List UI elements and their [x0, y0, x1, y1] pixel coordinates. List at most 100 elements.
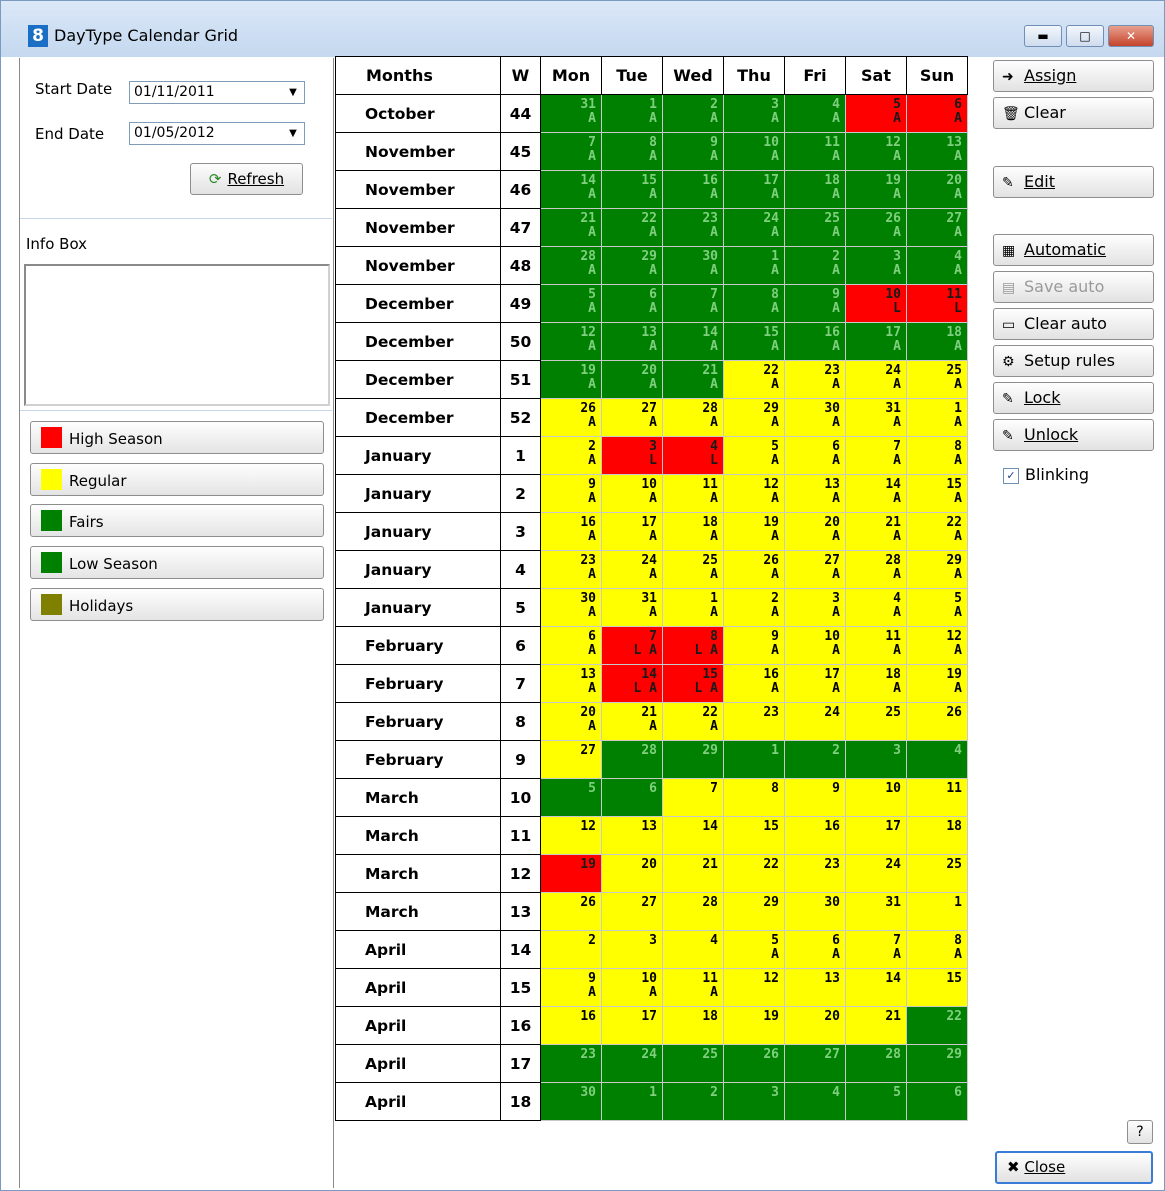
- day-cell[interactable]: 9A: [784, 284, 846, 323]
- day-cell[interactable]: 8A: [601, 132, 663, 171]
- day-cell[interactable]: 30: [784, 892, 846, 931]
- day-cell[interactable]: 13: [784, 968, 846, 1007]
- chevron-down-icon[interactable]: ▼: [285, 84, 301, 101]
- unlock-button[interactable]: ✎ Unlock: [993, 419, 1154, 451]
- legend-fairs[interactable]: Fairs: [30, 504, 324, 537]
- day-cell[interactable]: 5A: [540, 284, 602, 323]
- day-cell[interactable]: 31: [845, 892, 907, 931]
- day-cell[interactable]: 3A: [784, 588, 846, 627]
- day-cell[interactable]: 19: [723, 1006, 785, 1045]
- day-cell[interactable]: 3A: [845, 246, 907, 285]
- day-cell[interactable]: 17 A: [845, 322, 907, 361]
- day-cell[interactable]: 16 A: [723, 664, 785, 703]
- day-cell[interactable]: 12: [723, 968, 785, 1007]
- day-cell[interactable]: 13: [601, 816, 663, 855]
- day-cell[interactable]: 14 A: [540, 170, 602, 209]
- day-cell[interactable]: 15: [906, 968, 968, 1007]
- day-cell[interactable]: 5A: [723, 436, 785, 475]
- day-cell[interactable]: 22: [723, 854, 785, 893]
- lock-button[interactable]: ✎ Lock: [993, 382, 1154, 414]
- day-cell[interactable]: 15 A: [723, 322, 785, 361]
- day-cell[interactable]: 2: [540, 930, 602, 969]
- day-cell[interactable]: 18 A: [906, 322, 968, 361]
- day-cell[interactable]: 20: [601, 854, 663, 893]
- day-cell[interactable]: 15 A: [906, 474, 968, 513]
- day-cell[interactable]: 10 A: [601, 968, 663, 1007]
- assign-button[interactable]: ➜ Assign: [993, 60, 1154, 92]
- day-cell[interactable]: 4: [906, 740, 968, 779]
- day-cell[interactable]: 4: [662, 930, 724, 969]
- day-cell[interactable]: 6A: [601, 284, 663, 323]
- day-cell[interactable]: 26 A: [723, 550, 785, 589]
- day-cell[interactable]: 23: [540, 1044, 602, 1083]
- day-cell[interactable]: 18: [662, 1006, 724, 1045]
- day-cell[interactable]: 18: [906, 816, 968, 855]
- day-cell[interactable]: 14: [845, 968, 907, 1007]
- day-cell[interactable]: 27: [601, 892, 663, 931]
- day-cell[interactable]: 24: [601, 1044, 663, 1083]
- day-cell[interactable]: 31 A: [540, 94, 602, 133]
- day-cell[interactable]: 25 A: [906, 360, 968, 399]
- day-cell[interactable]: 15 A: [601, 170, 663, 209]
- chevron-down-icon[interactable]: ▼: [285, 125, 301, 142]
- day-cell[interactable]: 9A: [723, 626, 785, 665]
- checkmark-icon[interactable]: ✓: [1003, 467, 1019, 484]
- day-cell[interactable]: 24 A: [723, 208, 785, 247]
- clear-auto-button[interactable]: ▭ Clear auto: [993, 308, 1154, 340]
- save-auto-button[interactable]: ▤ Save auto: [993, 271, 1154, 303]
- day-cell[interactable]: 16 A: [540, 512, 602, 551]
- day-cell[interactable]: 19 A: [906, 664, 968, 703]
- day-cell[interactable]: 29: [723, 892, 785, 931]
- day-cell[interactable]: 2A: [540, 436, 602, 475]
- day-cell[interactable]: 29 A: [906, 550, 968, 589]
- day-cell[interactable]: 15: [723, 816, 785, 855]
- day-cell[interactable]: 28 A: [662, 398, 724, 437]
- day-cell[interactable]: 27 A: [601, 398, 663, 437]
- day-cell[interactable]: 11 L: [906, 284, 968, 323]
- day-cell[interactable]: 21 A: [601, 702, 663, 741]
- day-cell[interactable]: 6A: [540, 626, 602, 665]
- day-cell[interactable]: 12 A: [540, 322, 602, 361]
- day-cell[interactable]: 26: [906, 702, 968, 741]
- minimize-button[interactable]: ▬: [1024, 25, 1062, 47]
- day-cell[interactable]: 5A: [845, 94, 907, 133]
- day-cell[interactable]: 28: [845, 1044, 907, 1083]
- day-cell[interactable]: 2: [784, 740, 846, 779]
- day-cell[interactable]: 9A: [540, 968, 602, 1007]
- day-cell[interactable]: 22 A: [662, 702, 724, 741]
- day-cell[interactable]: 4A: [906, 246, 968, 285]
- day-cell[interactable]: 25: [662, 1044, 724, 1083]
- day-cell[interactable]: 22 A: [906, 512, 968, 551]
- day-cell[interactable]: 21: [662, 854, 724, 893]
- day-cell[interactable]: 30 A: [540, 588, 602, 627]
- day-cell[interactable]: 9: [784, 778, 846, 817]
- day-cell[interactable]: 1: [601, 1082, 663, 1121]
- day-cell[interactable]: 12 A: [723, 474, 785, 513]
- day-cell[interactable]: 21: [845, 1006, 907, 1045]
- day-cell[interactable]: 9A: [540, 474, 602, 513]
- day-cell[interactable]: 7A: [540, 132, 602, 171]
- day-cell[interactable]: 1: [906, 892, 968, 931]
- day-cell[interactable]: 17 A: [601, 512, 663, 551]
- help-button[interactable]: ?: [1127, 1120, 1153, 1144]
- day-cell[interactable]: 22 A: [601, 208, 663, 247]
- day-cell[interactable]: 8: [723, 778, 785, 817]
- day-cell[interactable]: 27: [784, 1044, 846, 1083]
- day-cell[interactable]: 16 A: [662, 170, 724, 209]
- day-cell[interactable]: 4A: [845, 588, 907, 627]
- day-cell[interactable]: 17: [601, 1006, 663, 1045]
- day-cell[interactable]: 12 A: [906, 626, 968, 665]
- automatic-button[interactable]: ▦ Automatic: [993, 234, 1154, 266]
- clear-button[interactable]: 🗑 Clear: [993, 97, 1154, 129]
- close-window-button[interactable]: ✕: [1108, 25, 1154, 47]
- day-cell[interactable]: 19 A: [845, 170, 907, 209]
- day-cell[interactable]: 30: [540, 1082, 602, 1121]
- day-cell[interactable]: 30 A: [784, 398, 846, 437]
- day-cell[interactable]: 25: [845, 702, 907, 741]
- day-cell[interactable]: 29 A: [601, 246, 663, 285]
- day-cell[interactable]: 5A: [906, 588, 968, 627]
- day-cell[interactable]: 9A: [662, 132, 724, 171]
- day-cell[interactable]: 21 A: [845, 512, 907, 551]
- day-cell[interactable]: 14 A: [845, 474, 907, 513]
- refresh-button[interactable]: ⟳ Refresh: [190, 163, 303, 195]
